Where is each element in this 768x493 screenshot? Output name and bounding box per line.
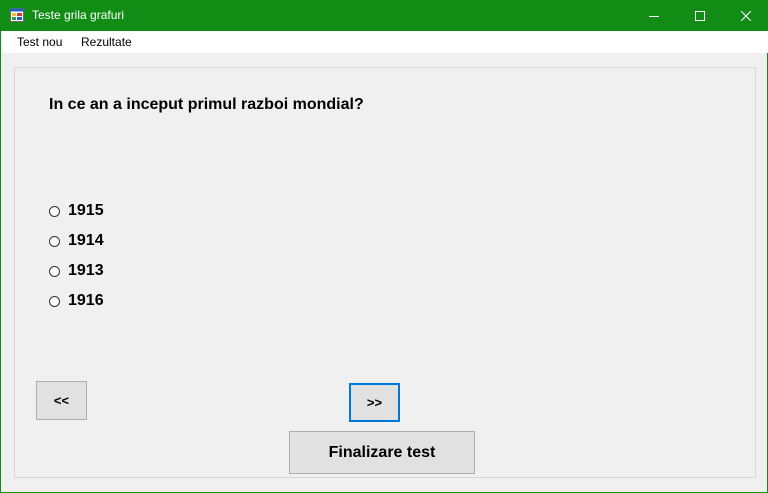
menu-item-test-nou[interactable]: Test nou [17,35,62,50]
question-panel: In ce an a inceput primul razboi mondial… [14,67,756,478]
app-window: Teste grila grafuri Test nou Rezultate I… [0,0,768,493]
answer-option-1[interactable]: 1915 [49,201,104,221]
menu-item-rezultate[interactable]: Rezultate [81,35,132,50]
close-icon [741,10,751,21]
question-text: In ce an a inceput primul razboi mondial… [49,96,364,113]
answer-option-2[interactable]: 1914 [49,231,104,251]
answer-label[interactable]: 1916 [68,291,104,311]
radio-button-icon[interactable] [49,295,60,307]
radio-button-icon[interactable] [49,205,60,217]
minimize-icon [649,15,659,17]
radio-button-icon[interactable] [49,265,60,277]
answer-label[interactable]: 1913 [68,261,104,281]
maximize-icon [695,10,705,21]
answer-label[interactable]: 1915 [68,201,104,221]
window-title: Teste grila grafuri [32,8,125,22]
answer-option-4[interactable]: 1916 [49,291,104,311]
maximize-button[interactable] [677,0,723,31]
title-bar[interactable]: Teste grila grafuri [1,0,768,31]
finish-test-button[interactable]: Finalizare test [289,431,475,474]
previous-question-button[interactable]: << [36,381,87,420]
answer-label[interactable]: 1914 [68,231,104,251]
radio-button-icon[interactable] [49,235,60,247]
app-form-icon[interactable] [10,8,24,22]
next-question-button[interactable]: >> [349,383,400,422]
menu-bar: Test nou Rezultate [2,31,768,53]
answer-option-3[interactable]: 1913 [49,261,104,281]
close-button[interactable] [723,0,768,31]
minimize-button[interactable] [631,0,677,31]
